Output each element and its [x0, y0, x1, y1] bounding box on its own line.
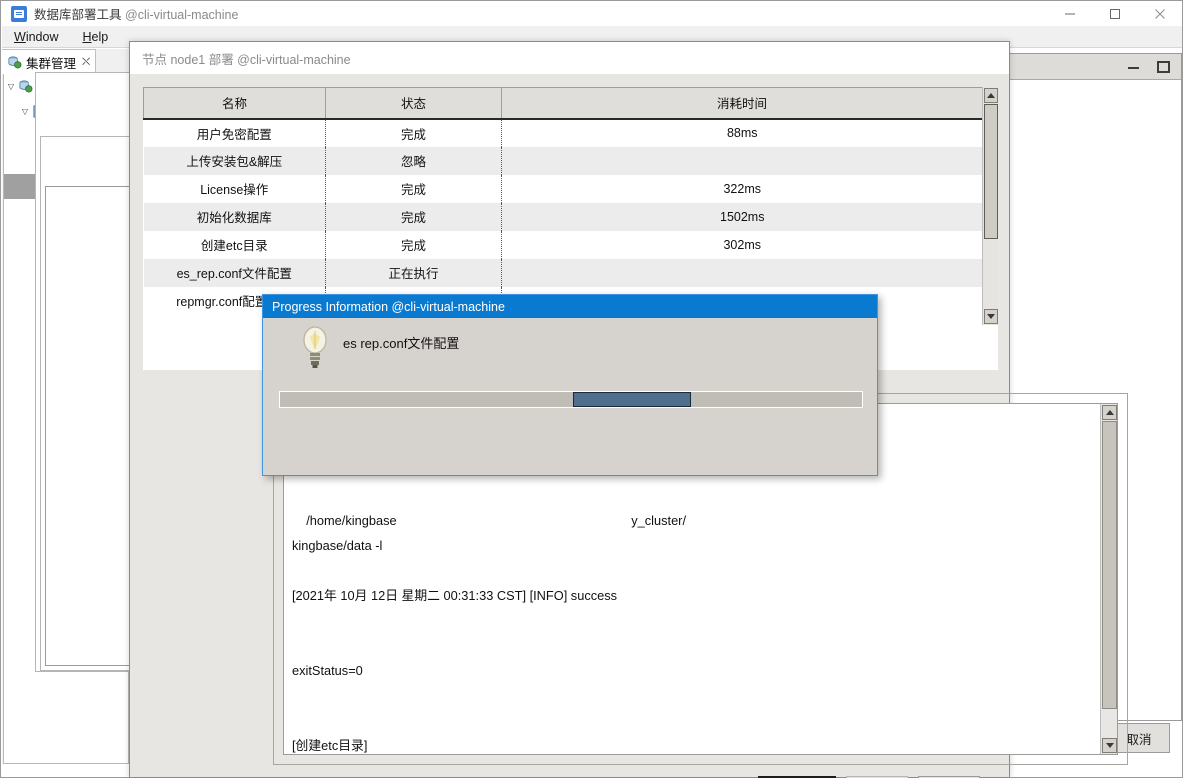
arrow-down-icon [1105, 743, 1114, 748]
progress-dialog-title: Progress Information @cli-virtual-machin… [272, 299, 505, 314]
deploy-dialog-title: 节点 node1 部署 @cli-virtual-machine [142, 52, 351, 67]
table-row[interactable]: 创建etc目录 完成 302ms [143, 230, 983, 259]
cell-state: 完成 [325, 230, 502, 259]
cell-state: 忽略 [325, 146, 502, 175]
arrow-up-icon [987, 93, 995, 98]
cell-state: 完成 [325, 118, 502, 147]
arrow-down-icon [987, 314, 995, 319]
menu-item-help-rest: elp [91, 29, 109, 44]
tabstrip: 集群管理 ⛌ [2, 49, 130, 74]
table-row[interactable]: 上传安装包&解压 忽略 [143, 146, 983, 175]
table-row[interactable]: License操作 完成 322ms [143, 174, 983, 203]
application-title-text: 数据库部署工具 [34, 8, 122, 22]
application-titlebar: 数据库部署工具 @cli-virtual-machine [1, 1, 1182, 26]
tab-label: 集群管理 [26, 56, 77, 71]
minimize-icon[interactable] [1047, 1, 1092, 26]
lightbulb-icon [303, 326, 327, 368]
cell-name: es_rep.conf文件配置 [143, 258, 326, 287]
cell-time [501, 146, 983, 175]
progress-task-label: es rep.conf文件配置 [343, 336, 460, 351]
column-header-state[interactable]: 状态 [325, 87, 502, 120]
cell-time: 88ms [501, 118, 983, 147]
deploy-dialog-titlebar: 节点 node1 部署 @cli-virtual-machine [130, 42, 1009, 74]
deploy-steps-table: 名称 状态 消耗时间 用户免密配置 完成 88ms 上传安装包&解压 忽略 Li… [143, 87, 983, 315]
cell-time [501, 258, 983, 287]
maximize-icon[interactable] [1157, 61, 1170, 73]
deploy-table-scrollbar[interactable] [982, 87, 998, 325]
scroll-down-arrow-icon[interactable] [984, 309, 998, 324]
cell-state: 完成 [325, 174, 502, 203]
scrollbar-thumb[interactable] [984, 104, 998, 239]
cell-name: 创建etc目录 [143, 230, 326, 259]
close-icon[interactable]: ⛌ [82, 56, 90, 69]
cell-name: 初始化数据库 [143, 202, 326, 231]
menu-item-help[interactable]: Help [78, 29, 112, 45]
scrollbar-thumb[interactable] [1102, 421, 1117, 709]
menu-item-window-rest: indow [25, 29, 59, 44]
background-panel-titlebar [1007, 54, 1181, 80]
cell-name: License操作 [143, 174, 326, 203]
table-row[interactable]: 用户免密配置 完成 88ms [143, 118, 983, 147]
progress-information-dialog: Progress Information @cli-virtual-machin… [262, 294, 878, 476]
cell-name: 用户免密配置 [143, 118, 326, 147]
table-row[interactable]: es_rep.conf文件配置 正在执行 [143, 258, 983, 287]
cell-time: 302ms [501, 230, 983, 259]
menu-item-window[interactable]: Window [10, 29, 62, 45]
progress-bar [279, 391, 863, 408]
chevron-down-icon[interactable]: ▽ [18, 107, 32, 116]
cell-name: 上传安装包&解压 [143, 146, 326, 175]
scroll-down-arrow-icon[interactable] [1102, 738, 1117, 753]
application-host-text: @cli-virtual-machine [125, 8, 239, 22]
cell-time: 1502ms [501, 202, 983, 231]
chevron-down-icon[interactable]: ▽ [4, 82, 18, 91]
arrow-up-icon [1105, 410, 1114, 415]
cluster-icon [19, 80, 33, 93]
scroll-up-arrow-icon[interactable] [984, 88, 998, 103]
scroll-up-arrow-icon[interactable] [1102, 405, 1117, 420]
minimize-icon[interactable] [1128, 65, 1139, 69]
deploy-log-scrollbar[interactable] [1100, 404, 1117, 754]
column-header-time[interactable]: 消耗时间 [501, 87, 983, 120]
column-header-name[interactable]: 名称 [143, 87, 326, 120]
application-title: 数据库部署工具 @cli-virtual-machine [34, 4, 238, 23]
maximize-icon[interactable] [1092, 1, 1137, 26]
cell-time: 322ms [501, 174, 983, 203]
cell-state: 正在执行 [325, 258, 502, 287]
cell-state: 完成 [325, 202, 502, 231]
cluster-icon [8, 56, 22, 68]
tab-cluster-management[interactable]: 集群管理 ⛌ [2, 49, 97, 74]
table-header-row: 名称 状态 消耗时间 [143, 87, 983, 120]
progress-bar-chunk [573, 392, 691, 407]
progress-dialog-titlebar: Progress Information @cli-virtual-machin… [263, 295, 877, 318]
close-icon[interactable] [1137, 1, 1182, 26]
window-controls [1047, 1, 1182, 26]
database-tool-icon [11, 5, 27, 22]
table-row[interactable]: 初始化数据库 完成 1502ms [143, 202, 983, 231]
